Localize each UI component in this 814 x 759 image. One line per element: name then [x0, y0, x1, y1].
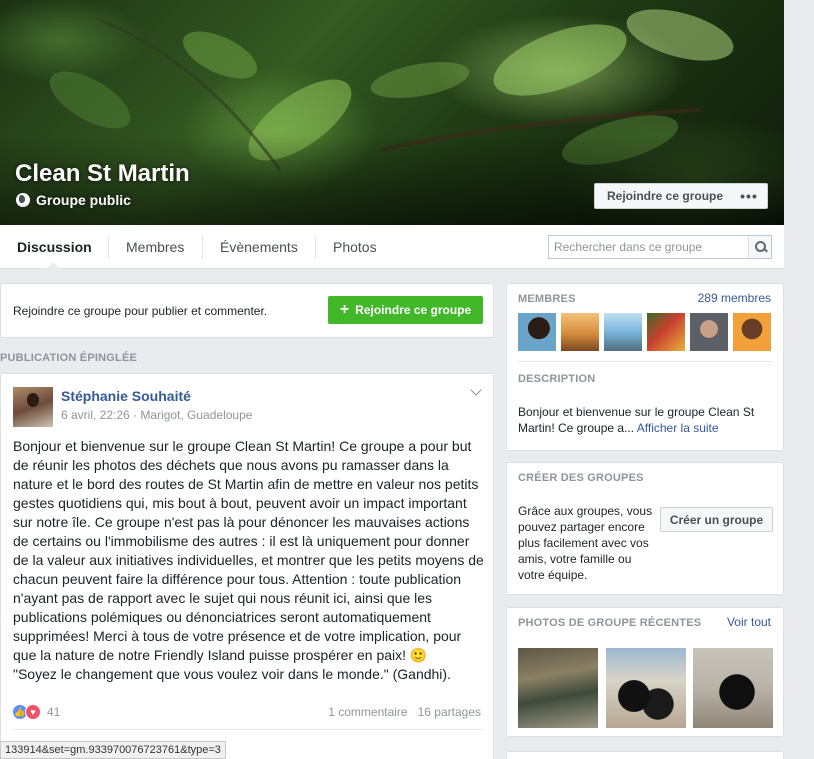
post-divider: [13, 729, 483, 730]
group-type-label: Groupe public: [36, 192, 131, 208]
join-button-label: Rejoindre ce groupe: [355, 303, 472, 317]
create-group-button[interactable]: Créer un groupe: [660, 507, 773, 532]
group-photo-thumbnail[interactable]: [693, 648, 773, 728]
join-group-button[interactable]: Rejoindre ce groupe: [594, 183, 737, 209]
recent-photos-card: PHOTOS DE GROUPE RÉCENTES Voir tout: [506, 607, 784, 737]
tab-photos[interactable]: Photos: [333, 225, 377, 269]
member-avatar[interactable]: [733, 313, 771, 351]
heart-icon: ♥: [25, 704, 41, 720]
reactions-summary[interactable]: 👍 ♥ 41: [12, 704, 60, 720]
comments-count[interactable]: 1 commentaire: [328, 705, 407, 719]
member-avatar[interactable]: [518, 313, 556, 351]
post-quote: "Soyez le changement que vous voulez voi…: [13, 666, 451, 682]
members-divider: [518, 361, 772, 362]
post-meta[interactable]: 6 avril, 22:26 · Marigot, Guadeloupe: [61, 408, 252, 422]
tab-divider: [202, 235, 203, 259]
member-avatar[interactable]: [690, 313, 728, 351]
shares-count[interactable]: 16 partages: [418, 705, 481, 719]
active-tab-indicator: [46, 262, 60, 269]
join-group-green-button[interactable]: + Rejoindre ce groupe: [328, 296, 483, 324]
search-icon[interactable]: [748, 236, 771, 258]
members-count-link[interactable]: 289 membres: [698, 291, 771, 305]
status-bar-url: 133914&set=gm.933970076723761&type=3: [0, 741, 226, 759]
group-photo-thumbnail[interactable]: [518, 648, 598, 728]
group-photo-thumbnail[interactable]: [606, 648, 686, 728]
post-body: Bonjour et bienvenue sur le groupe Clean…: [13, 437, 485, 684]
recent-photos-title: PHOTOS DE GROUPE RÉCENTES: [518, 617, 702, 629]
tab-members[interactable]: Membres: [126, 225, 184, 269]
pinned-post: Stéphanie Souhaité 6 avril, 22:26 · Mari…: [0, 373, 494, 759]
globe-icon: [16, 193, 30, 207]
create-groups-title: CRÉER DES GROUPES: [518, 472, 644, 484]
post-author[interactable]: Stéphanie Souhaité: [61, 388, 191, 404]
group-search-input[interactable]: [549, 236, 749, 258]
pinned-post-label: PUBLICATION ÉPINGLÉE: [0, 352, 138, 364]
tab-events[interactable]: Évènements: [220, 225, 298, 269]
right-gutter: [784, 0, 814, 759]
show-more-link[interactable]: Afficher la suite: [637, 421, 719, 435]
group-privacy: Groupe public: [16, 192, 131, 208]
more-options-button[interactable]: •••: [731, 183, 768, 209]
group-search: [548, 235, 772, 259]
tab-divider: [315, 235, 316, 259]
group-name: Clean St Martin: [15, 160, 190, 187]
join-prompt-text: Rejoindre ce groupe pour publier et comm…: [13, 304, 268, 318]
reaction-count: 41: [47, 705, 61, 719]
member-avatar[interactable]: [604, 313, 642, 351]
see-all-photos-link[interactable]: Voir tout: [727, 615, 771, 629]
member-avatar[interactable]: [647, 313, 685, 351]
next-sidebar-card: [506, 751, 784, 759]
author-avatar[interactable]: [13, 387, 53, 427]
post-counts: 1 commentaire 16 partages: [328, 705, 481, 719]
post-text: Bonjour et bienvenue sur le groupe Clean…: [13, 438, 484, 663]
join-prompt-card: Rejoindre ce groupe pour publier et comm…: [0, 283, 494, 338]
create-groups-text: Grâce aux groupes, vous pouvez partager …: [518, 504, 653, 582]
plus-icon: +: [339, 301, 350, 318]
description-text: Bonjour et bienvenue sur le groupe Clean…: [518, 404, 774, 436]
member-avatar[interactable]: [561, 313, 599, 351]
members-title: MEMBRES: [518, 293, 576, 305]
members-card: MEMBRES 289 membres DESCRIPTION Bonjour …: [506, 283, 784, 451]
description-title: DESCRIPTION: [518, 373, 596, 385]
create-groups-card: CRÉER DES GROUPES Grâce aux groupes, vou…: [506, 462, 784, 595]
tab-divider: [108, 235, 109, 259]
cover-photo: Clean St Martin Groupe public Rejoindre …: [0, 0, 784, 225]
chevron-down-icon[interactable]: [470, 384, 482, 396]
